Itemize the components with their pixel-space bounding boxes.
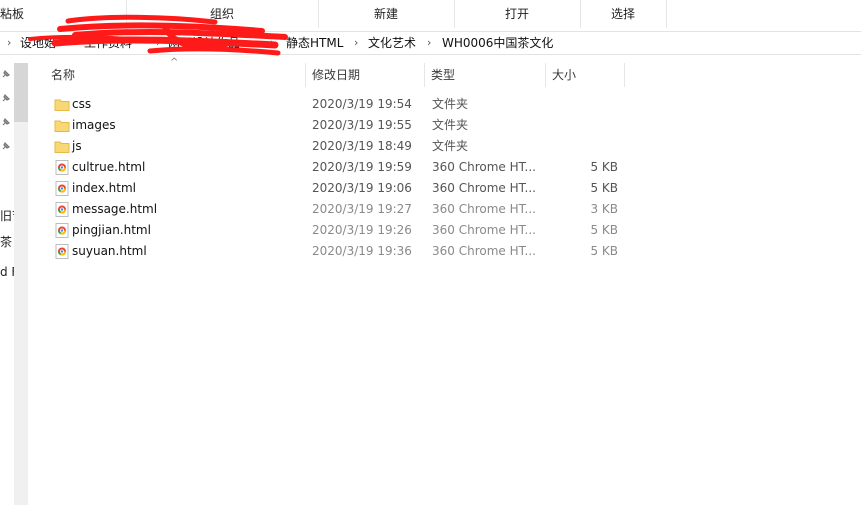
file-name[interactable]: css — [72, 94, 91, 115]
navigation-pane[interactable]: 旧节 茶 d F — [0, 63, 28, 505]
file-size: 5 KB — [590, 223, 618, 237]
file-name[interactable]: cultrue.html — [72, 157, 145, 178]
column-header-date[interactable]: 修改日期 — [312, 63, 424, 87]
column-divider[interactable] — [424, 63, 425, 87]
file-name[interactable]: images — [72, 115, 116, 136]
file-size: 5 KB — [590, 181, 618, 195]
file-row[interactable]: css 2020/3/19 19:54 文件夹 — [48, 94, 628, 115]
file-date: 2020/3/19 19:27 — [312, 202, 412, 216]
file-date: 2020/3/19 19:26 — [312, 223, 412, 237]
nav-item-label[interactable]: d F — [0, 265, 14, 279]
file-row[interactable]: index.html 2020/3/19 19:06 360 Chrome HT… — [48, 178, 628, 199]
file-type: 360 Chrome HT... — [432, 223, 536, 237]
file-type: 文件夹 — [432, 118, 469, 132]
breadcrumb-item[interactable]: 文化艺术 — [368, 32, 416, 54]
folder-icon — [54, 120, 70, 132]
pin-icon[interactable] — [0, 140, 12, 152]
file-name[interactable]: message.html — [72, 199, 157, 220]
column-header-size[interactable]: 大小 — [552, 63, 624, 87]
chevron-right-icon[interactable]: › — [427, 32, 431, 54]
file-row[interactable]: cultrue.html 2020/3/19 19:59 360 Chrome … — [48, 157, 628, 178]
file-type: 文件夹 — [432, 139, 469, 153]
file-name[interactable]: index.html — [72, 178, 136, 199]
pin-icon[interactable] — [0, 68, 12, 80]
html-file-icon — [55, 244, 69, 259]
redaction-scribble — [28, 14, 288, 56]
file-row[interactable]: js 2020/3/19 18:49 文件夹 — [48, 136, 628, 157]
column-divider[interactable] — [305, 63, 306, 87]
file-row[interactable]: pingjian.html 2020/3/19 19:26 360 Chrome… — [48, 220, 628, 241]
file-date: 2020/3/19 19:06 — [312, 181, 412, 195]
column-divider[interactable] — [624, 63, 625, 87]
file-type: 360 Chrome HT... — [432, 244, 536, 258]
file-type: 文件夹 — [432, 97, 469, 111]
ribbon-group-new[interactable]: 新建 — [318, 0, 455, 28]
file-date: 2020/3/19 19:36 — [312, 244, 412, 258]
column-header-type[interactable]: 类型 — [431, 63, 545, 87]
html-file-icon — [55, 202, 69, 217]
file-name[interactable]: pingjian.html — [72, 220, 151, 241]
file-row[interactable]: suyuan.html 2020/3/19 19:36 360 Chrome H… — [48, 241, 628, 262]
file-date: 2020/3/19 19:59 — [312, 160, 412, 174]
breadcrumb-current[interactable]: WH0006中国茶文化 — [442, 32, 553, 54]
file-date: 2020/3/19 19:54 — [312, 97, 412, 111]
ribbon-group-open[interactable]: 打开 — [454, 0, 581, 28]
file-row[interactable]: message.html 2020/3/19 19:27 360 Chrome … — [48, 199, 628, 220]
file-type: 360 Chrome HT... — [432, 181, 536, 195]
nav-scrollbar-track[interactable] — [14, 63, 28, 505]
nav-scrollbar-thumb[interactable] — [14, 63, 28, 122]
file-name[interactable]: suyuan.html — [72, 241, 147, 262]
file-date: 2020/3/19 18:49 — [312, 139, 412, 153]
html-file-icon — [55, 160, 69, 175]
folder-icon — [54, 141, 70, 153]
file-date: 2020/3/19 19:55 — [312, 118, 412, 132]
file-name[interactable]: js — [72, 136, 82, 157]
file-size: 5 KB — [590, 244, 618, 258]
html-file-icon — [55, 223, 69, 238]
nav-item-label[interactable]: 茶 — [0, 233, 14, 250]
file-size: 3 KB — [590, 202, 618, 216]
column-header-name[interactable]: 名称 — [51, 63, 305, 87]
pin-icon[interactable] — [0, 92, 12, 104]
file-type: 360 Chrome HT... — [432, 160, 536, 174]
folder-icon — [54, 99, 70, 111]
nav-item-label[interactable]: 旧节 — [0, 207, 14, 224]
file-size: 5 KB — [590, 160, 618, 174]
chevron-right-icon[interactable]: › — [354, 32, 358, 54]
html-file-icon — [55, 181, 69, 196]
ribbon-group-select[interactable]: 选择 — [580, 0, 667, 28]
column-divider[interactable] — [545, 63, 546, 87]
file-type: 360 Chrome HT... — [432, 202, 536, 216]
file-row[interactable]: images 2020/3/19 19:55 文件夹 — [48, 115, 628, 136]
pin-icon[interactable] — [0, 116, 12, 128]
